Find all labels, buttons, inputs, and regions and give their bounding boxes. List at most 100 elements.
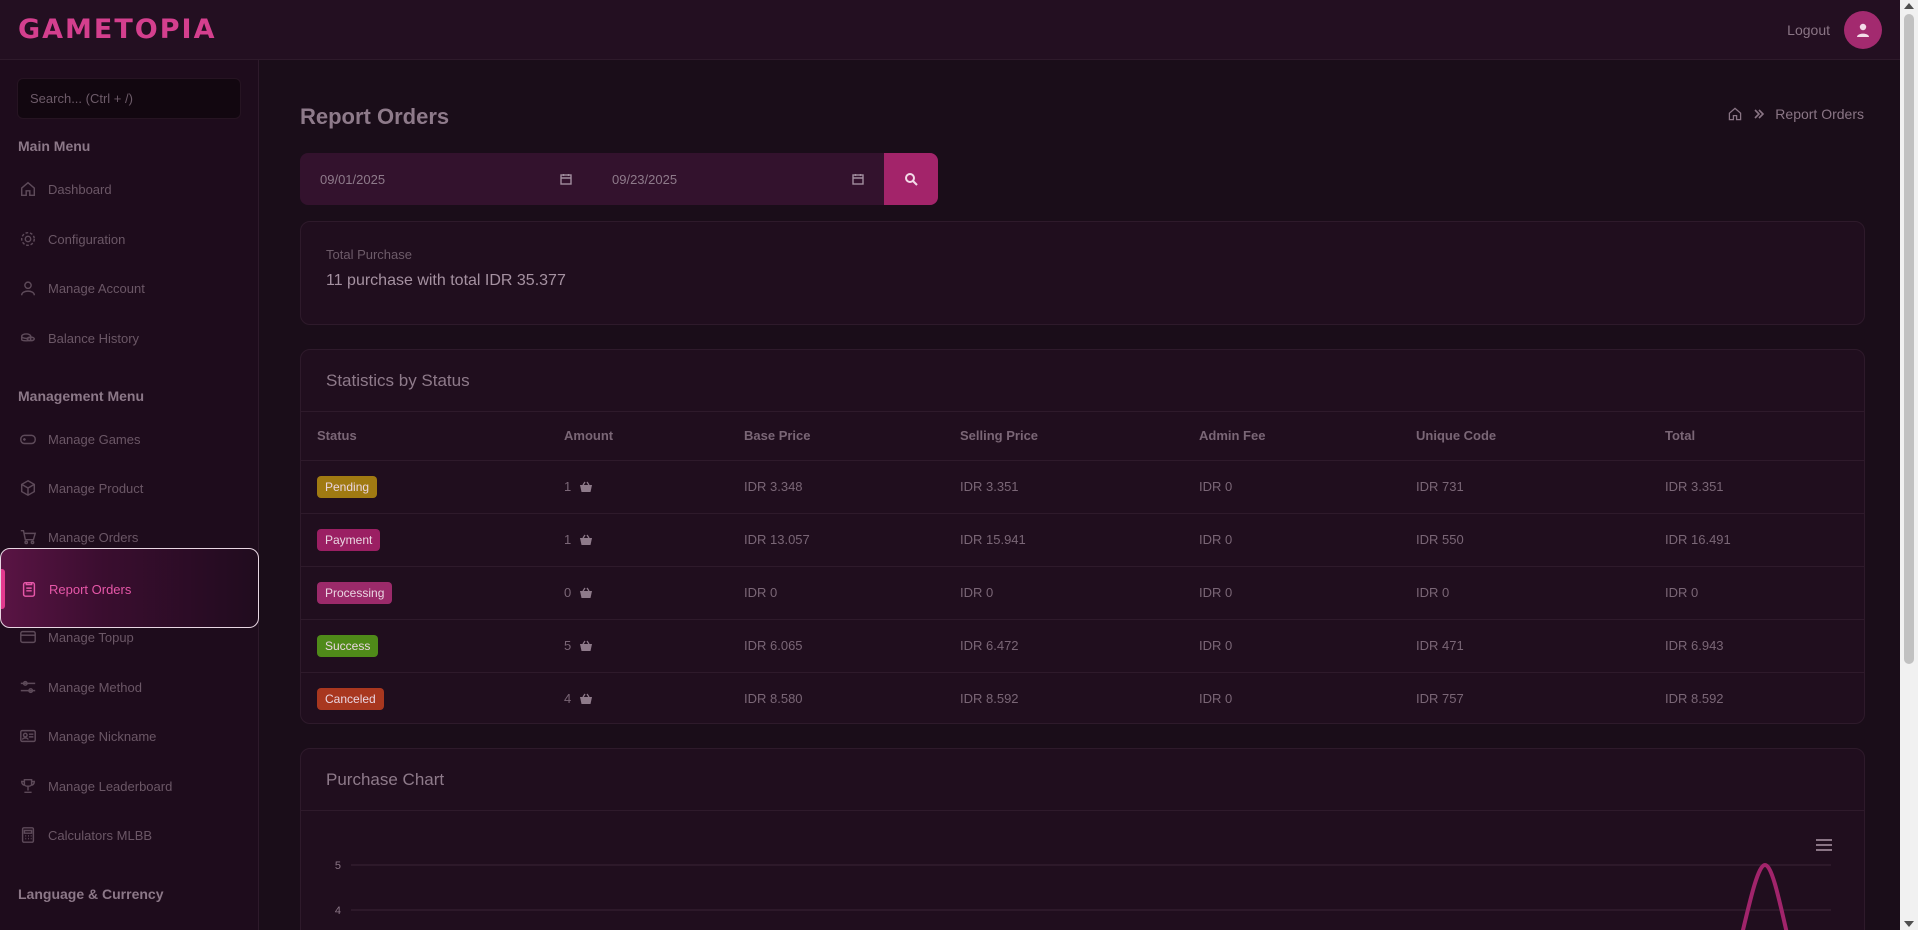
top-bar: GAMETOPIA Logout — [0, 0, 1900, 60]
logout-link[interactable]: Logout — [1787, 22, 1830, 38]
user-avatar-icon — [1857, 23, 1869, 37]
sidebar-item-manage-topup[interactable]: Manage Topup — [18, 622, 248, 652]
search-input[interactable] — [17, 78, 241, 119]
selling-cell: IDR 0 — [944, 566, 1183, 620]
language-currency-title: Language & Currency — [18, 886, 164, 902]
status-cell: Pending — [301, 460, 548, 514]
search-button[interactable] — [884, 153, 938, 205]
sidebar-item-manage-leaderboard[interactable]: Manage Leaderboard — [18, 771, 248, 801]
sidebar-item-label: Manage Product — [48, 480, 144, 496]
date-filter: 09/01/2025 09/23/2025 — [300, 153, 938, 205]
selling-cell: IDR 6.472 — [944, 619, 1183, 673]
sidebar-item-label: Manage Account — [48, 280, 145, 296]
selling-cell: IDR 8.592 — [960, 691, 1019, 707]
status-badge: Processing — [317, 581, 393, 604]
status-badge: Payment — [317, 528, 381, 551]
clipboard-icon — [19, 579, 39, 599]
sidebar-item-report-orders-row[interactable]: Report Orders — [19, 574, 249, 604]
sidebar-item-label: Manage Games — [48, 431, 141, 447]
status-cell: Payment — [301, 513, 548, 567]
scrollbar[interactable] — [1900, 0, 1918, 930]
statistics-title: Statistics by Status — [301, 350, 1864, 412]
sidebar-item-manage-nickname[interactable]: Manage Nickname — [18, 721, 248, 751]
gear-icon — [18, 229, 38, 249]
sidebar-item-label: Manage Orders — [48, 529, 139, 545]
search-icon — [905, 173, 918, 186]
sidebar-item-label: Manage Topup — [48, 629, 134, 645]
sidebar-item-label: Calculators MLBB — [48, 827, 153, 843]
user-icon — [18, 278, 38, 298]
scroll-up-arrow[interactable] — [1904, 3, 1914, 9]
sidebar-item-configuration[interactable]: Configuration — [18, 224, 248, 254]
unique-cell: IDR 471 — [1400, 619, 1649, 673]
scroll-down-arrow[interactable] — [1904, 921, 1914, 927]
sidebar-item-manage-account[interactable]: Manage Account — [18, 273, 248, 303]
status-badge: Pending — [317, 475, 378, 498]
total-cell: IDR 8.592 — [1665, 691, 1724, 707]
selling-cell: IDR 15.941 — [944, 513, 1183, 567]
amount-value: 1 — [564, 532, 572, 547]
amount-cell: 1 — [548, 460, 728, 514]
column-header: Selling Price — [944, 412, 1183, 461]
calendar-icon[interactable] — [560, 173, 572, 185]
sidebar-item-calculators-mlbb[interactable]: Calculators MLBB — [18, 820, 248, 850]
table-row: Pending 1 IDR 3.348 IDR 3.351 IDR 0 IDR 731 ID… — [301, 460, 1864, 514]
chevrons-right-icon — [1754, 109, 1765, 119]
table-row: Canceled 4 IDR 8.580 IDR 8.592 IDR 0 IDR 757 I… — [301, 672, 1864, 725]
sidebar-item-manage-games[interactable]: Manage Games — [18, 424, 248, 454]
home-icon[interactable] — [1727, 106, 1743, 122]
sidebar-item-manage-product[interactable]: Manage Product — [18, 473, 248, 503]
status-cell: Processing — [301, 566, 548, 620]
total-purchase-value: 11 purchase with total IDR 35.377 — [326, 272, 566, 289]
table-row: Payment 1 IDR 13.057 IDR 15.941 IDR 0 IDR 550… — [301, 513, 1864, 567]
trophy-icon — [18, 776, 38, 796]
admin-cell: IDR 0 — [1199, 691, 1233, 707]
basket-icon — [580, 640, 593, 651]
id-card-icon — [18, 726, 38, 746]
status-badge: Canceled — [317, 687, 384, 710]
gamepad-icon — [18, 429, 38, 449]
amount-value: 0 — [564, 585, 572, 600]
scrollbar-thumb[interactable] — [1904, 14, 1914, 664]
column-header: Admin Fee — [1183, 412, 1400, 461]
start-date-input[interactable]: 09/01/2025 — [300, 153, 592, 205]
column-header: Total — [1649, 412, 1864, 461]
total-cell: IDR 0 — [1649, 566, 1864, 620]
basket-icon — [580, 693, 593, 704]
sidebar-item-label: Report Orders — [49, 581, 132, 597]
start-date-value: 09/01/2025 — [320, 171, 386, 187]
sidebar-item-dashboard[interactable]: Dashboard — [18, 174, 248, 204]
breadcrumb-current: Report Orders — [1775, 106, 1864, 122]
amount-cell: 4 — [548, 672, 728, 725]
total-purchase-card: Total Purchase 11 purchase with total ID… — [300, 221, 1865, 325]
unique-cell: IDR 757 — [1416, 691, 1464, 707]
purchase-chart-title: Purchase Chart — [301, 749, 1864, 811]
base-cell: IDR 13.057 — [728, 513, 944, 567]
sidebar-item-report-orders[interactable]: Report Orders — [0, 548, 259, 628]
breadcrumb: Report Orders — [1727, 106, 1864, 122]
wallet-icon — [18, 627, 38, 647]
amount-cell: 0 — [548, 566, 728, 620]
selling-cell: IDR 3.351 — [944, 460, 1183, 514]
status-cell: Canceled — [301, 672, 548, 725]
base-cell: IDR 8.580 — [744, 691, 803, 707]
status-badge: Success — [317, 634, 379, 657]
total-cell: IDR 6.943 — [1649, 619, 1864, 673]
page-title: Report Orders — [300, 104, 450, 129]
calculator-icon — [18, 825, 38, 845]
brand-logo[interactable]: GAMETOPIA — [18, 14, 216, 45]
calendar-icon[interactable] — [852, 173, 864, 185]
avatar[interactable] — [1844, 10, 1882, 49]
statistics-card: Statistics by Status Status Amount Base … — [300, 349, 1865, 724]
active-indicator — [1, 569, 5, 609]
sidebar-item-balance-history[interactable]: Balance History — [18, 323, 248, 353]
sidebar-item-label: Manage Leaderboard — [48, 778, 173, 794]
admin-cell: IDR 0 — [1183, 460, 1400, 514]
column-header: Status — [301, 412, 548, 461]
column-header: Unique Code — [1400, 412, 1649, 461]
top-right-area: Logout — [1787, 10, 1882, 49]
admin-cell: IDR 0 — [1183, 566, 1400, 620]
end-date-input[interactable]: 09/23/2025 — [592, 153, 884, 205]
sidebar-item-manage-method[interactable]: Manage Method — [18, 672, 248, 702]
y-tick-label: 4 — [335, 905, 341, 917]
